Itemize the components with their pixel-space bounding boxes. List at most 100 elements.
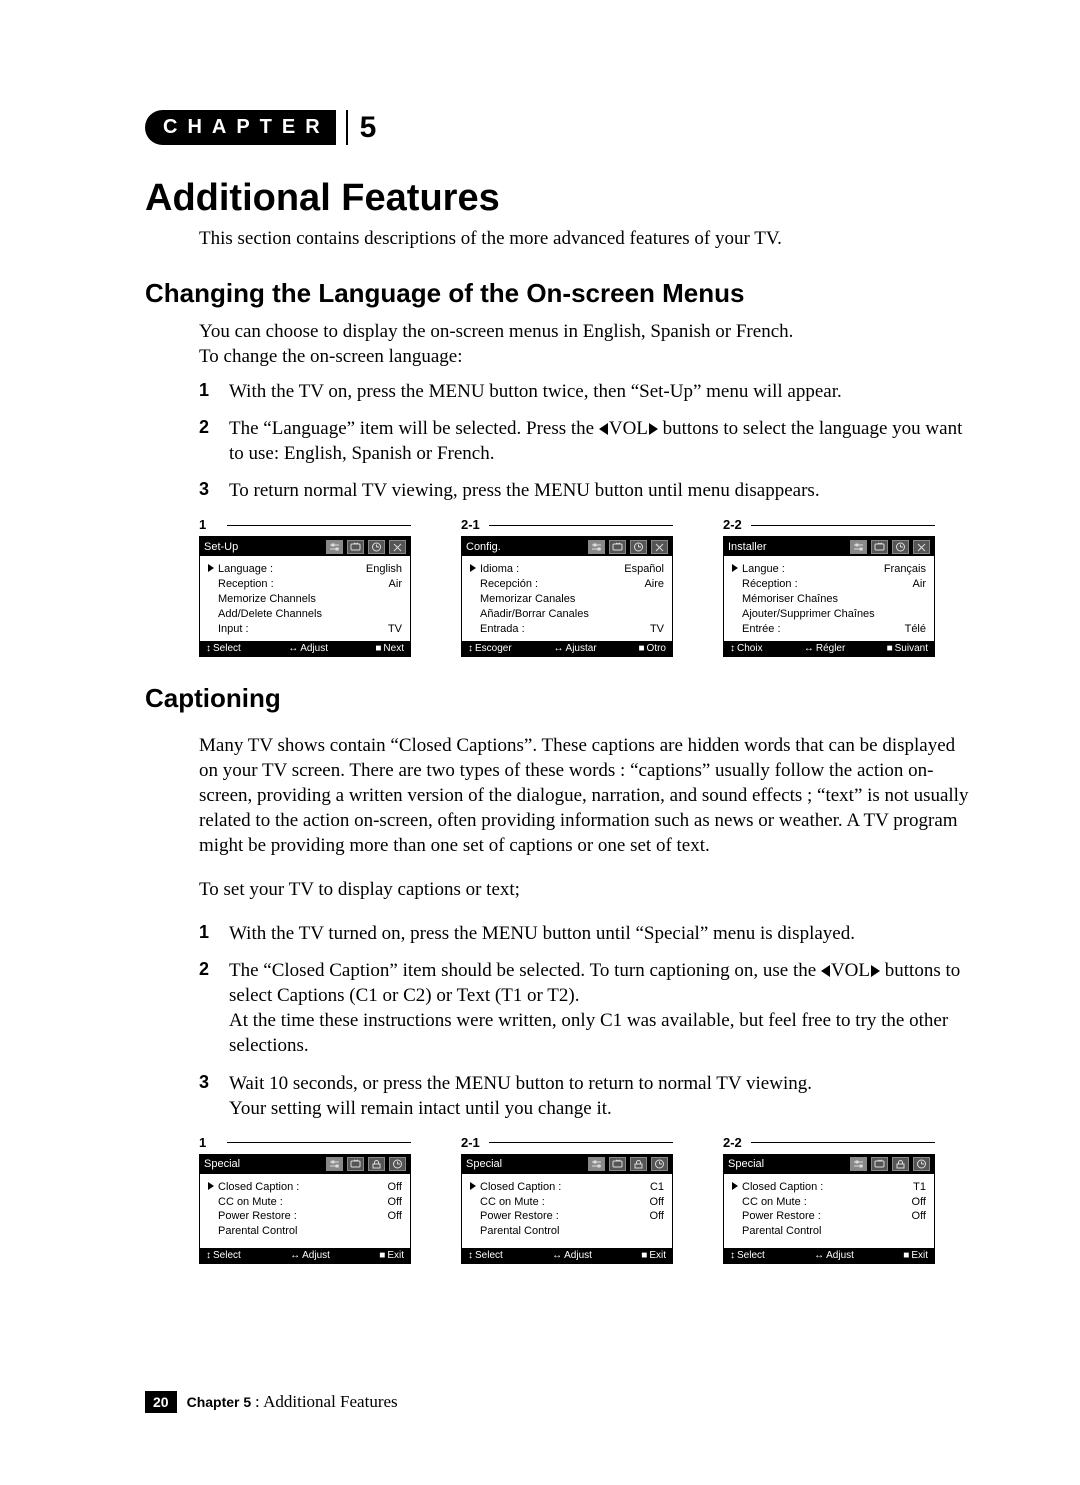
osd-tab-tv-icon — [609, 540, 626, 554]
osd-block: 2-1SpecialClosed Caption :C1CC on Mute :… — [461, 1135, 673, 1264]
osd-title: Special — [204, 1158, 244, 1170]
osd-row-value: Off — [650, 1195, 664, 1210]
osd-footer-hint: Adjust — [552, 1250, 592, 1261]
osd-row-key: Añadir/Borrar Canales — [470, 607, 589, 622]
osd-menu: Config.Idioma :EspañolRecepción :AireMem… — [461, 536, 673, 656]
cap-step-3-text-b: Your setting will remain intact until yo… — [229, 1098, 612, 1119]
osd-row-value: Télé — [905, 622, 926, 637]
osd-row-key: Entrée : — [732, 622, 781, 637]
osd-titlebar: Installer — [724, 537, 934, 556]
osd-step-label: 2-2 — [723, 517, 935, 532]
osd-row-key: CC on Mute : — [208, 1195, 283, 1210]
osd-row: Ajouter/Supprimer Chaînes — [732, 607, 926, 622]
osd-titlebar: Special — [462, 1155, 672, 1174]
osd-tab-clock-icon — [892, 540, 909, 554]
osd-block: 2-1Config.Idioma :EspañolRecepción :Aire… — [461, 517, 673, 656]
osd-row-value: Off — [650, 1209, 664, 1224]
osd-row-key: Power Restore : — [470, 1209, 559, 1224]
osd-row: Entrada : TV — [470, 622, 664, 637]
osd-body: Idioma :EspañolRecepción :AireMemorizar … — [462, 556, 672, 640]
osd-row: Añadir/Borrar Canales — [470, 607, 664, 622]
osd-tab-clock-icon — [651, 1157, 668, 1171]
chapter-number: 5 — [346, 110, 395, 145]
osd-row-value: Español — [624, 562, 664, 577]
osd-row: Power Restore :Off — [732, 1209, 926, 1224]
osd-row: Input :TV — [208, 622, 402, 637]
osd-row: Add/Delete Channels — [208, 607, 402, 622]
osd-row-value: English — [366, 562, 402, 577]
osd-row: Power Restore : Off — [470, 1209, 664, 1224]
chapter-label: CHAPTER — [145, 110, 336, 145]
osd-row: Power Restore :Off — [208, 1209, 402, 1224]
osd-menu: InstallerLangue :FrançaisRéception :AirM… — [723, 536, 935, 656]
osd-step-label: 2-1 — [461, 517, 673, 532]
osd-title: Set-Up — [204, 541, 242, 553]
osd-row-key: Recepción : — [470, 577, 538, 592]
osd-row-key: Ajouter/Supprimer Chaînes — [732, 607, 875, 622]
osd-body: Langue :FrançaisRéception :AirMémoriser … — [724, 556, 934, 640]
osd-tab-clock-icon — [913, 1157, 930, 1171]
osd-tab-tools-icon — [913, 540, 930, 554]
page-number: 20 — [145, 1391, 177, 1413]
osd-tab-tv-icon — [871, 1157, 888, 1171]
osd-row-key: CC on Mute : — [732, 1195, 807, 1210]
triangle-right-icon — [871, 965, 880, 977]
osd-row: CC on Mute :Off — [470, 1195, 664, 1210]
osd-footer-hint: Adjust — [290, 1250, 330, 1261]
osd-body: Closed Caption :C1CC on Mute :OffPower R… — [462, 1174, 672, 1248]
osd-tab-sliders-icon — [588, 1157, 605, 1171]
osd-block: 1Set-UpLanguage :EnglishReception :AirMe… — [199, 517, 411, 656]
osd-row-value: TV — [388, 622, 402, 637]
section1-p1b: To change the on-screen language: — [199, 346, 463, 367]
osd-footer-hint: Adjust — [288, 643, 328, 654]
cap-step-3-text-a: Wait 10 seconds, or press the MENU butto… — [229, 1073, 812, 1094]
cap-step-1: 1With the TV turned on, press the MENU b… — [199, 921, 970, 946]
osd-tab-sliders-icon — [850, 1157, 867, 1171]
osd-titlebar: Set-Up — [200, 537, 410, 556]
step-3-text: To return normal TV viewing, press the M… — [229, 480, 820, 501]
page-title: Additional Features — [145, 177, 970, 220]
osd-row: Memorizar Canales — [470, 592, 664, 607]
intro-text: This section contains descriptions of th… — [199, 228, 970, 250]
osd-tab-tools-icon — [651, 540, 668, 554]
cap-step-2-text-a: The “Closed Caption” item should be sele… — [229, 960, 821, 981]
osd-row-value: TV — [650, 622, 664, 637]
osd-row-value: Off — [388, 1209, 402, 1224]
osd-footer-hint: Choix — [730, 643, 763, 654]
osd-row: Entrée : Télé — [732, 622, 926, 637]
osd-step-label: 1 — [199, 517, 411, 532]
osd-row-key: Add/Delete Channels — [208, 607, 322, 622]
osd-body: Language :EnglishReception :AirMemorize … — [200, 556, 410, 640]
osd-footer-hint: Next — [375, 643, 404, 654]
osd-tab-sliders-icon — [850, 540, 867, 554]
osd-tab-tools-icon — [389, 540, 406, 554]
osd-tab-tv-icon — [609, 1157, 626, 1171]
osd-footer: EscogerAjustarOtro — [462, 641, 672, 656]
osd-body: Closed Caption :T1CC on Mute :OffPower R… — [724, 1174, 934, 1248]
osd-menu: SpecialClosed Caption :C1CC on Mute :Off… — [461, 1154, 673, 1264]
osd-tab-lock-icon — [368, 1157, 385, 1171]
osd-menu: SpecialClosed Caption :T1CC on Mute :Off… — [723, 1154, 935, 1264]
osd-tab-sliders-icon — [326, 1157, 343, 1171]
osd-menu: SpecialClosed Caption :OffCC on Mute :Of… — [199, 1154, 411, 1264]
osd-row: Langue :Français — [732, 562, 926, 577]
osd-footer-hint: Select — [730, 1250, 765, 1261]
osd-row: Memorize Channels — [208, 592, 402, 607]
vol-label: VOL — [831, 960, 870, 981]
section-heading-captioning: Captioning — [145, 683, 970, 714]
osd-row-key: Memorizar Canales — [470, 592, 575, 607]
osd-row-key: Entrada : — [470, 622, 525, 637]
osd-title: Special — [728, 1158, 768, 1170]
osd-row-value: Off — [388, 1180, 402, 1195]
osd-row: Mémoriser Chaînes — [732, 592, 926, 607]
osd-row: Reception :Air — [208, 577, 402, 592]
osd-footer: ChoixRéglerSuivant — [724, 641, 934, 656]
osd-row-value: T1 — [913, 1180, 926, 1195]
osd-row: Parental Control — [470, 1224, 664, 1239]
osd-row-key: Closed Caption : — [732, 1180, 823, 1195]
osd-titlebar: Special — [200, 1155, 410, 1174]
cap-step-1-text: With the TV turned on, press the MENU bu… — [229, 923, 855, 944]
osd-tab-lock-icon — [892, 1157, 909, 1171]
osd-row: Closed Caption : T1 — [732, 1180, 926, 1195]
osd-row-key: Reception : — [208, 577, 274, 592]
